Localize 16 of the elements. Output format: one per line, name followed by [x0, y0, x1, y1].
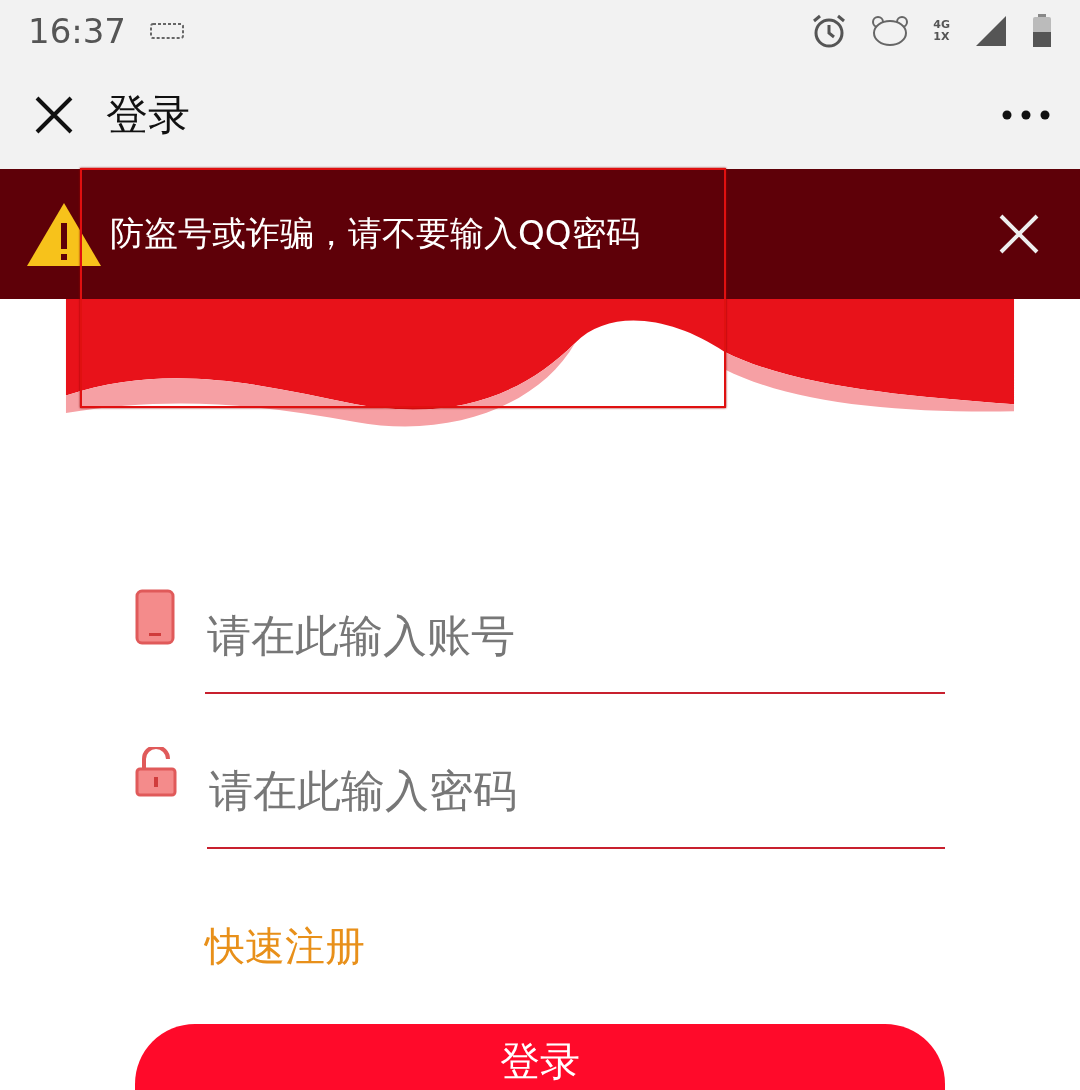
keyboard-icon — [150, 22, 184, 39]
status-time: 16:37 — [28, 10, 126, 51]
page-title: 登录 — [106, 89, 190, 141]
lock-icon — [135, 746, 177, 797]
phone-icon — [135, 588, 175, 645]
bear-icon — [871, 14, 910, 47]
battery-icon — [1032, 13, 1052, 48]
alarm-icon — [811, 12, 848, 49]
input-field[interactable]: 请在此输入账号 — [205, 579, 945, 694]
warning-text: 防盗号或诈骗，请不要输入QQ密码 — [110, 211, 641, 255]
login-button[interactable]: 登录 — [135, 1024, 945, 1090]
more-button[interactable] — [1002, 110, 1050, 120]
close-button[interactable] — [34, 95, 74, 135]
register-link[interactable]: 快速注册 — [205, 919, 365, 974]
input-field[interactable]: 请在此输入密码 — [207, 734, 945, 849]
network-type: 4G 1X — [933, 18, 950, 43]
